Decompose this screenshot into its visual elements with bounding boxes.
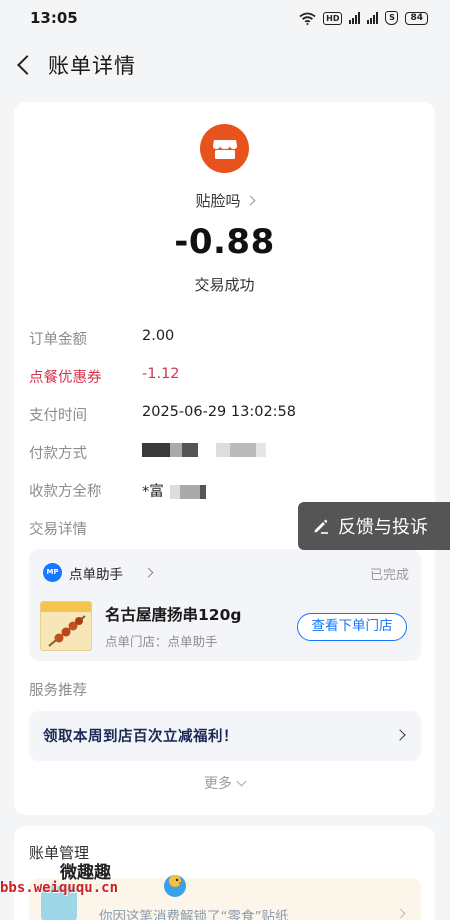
battery-icon: 84 [405,11,428,25]
wifi-icon [299,12,316,25]
feedback-label: 反馈与投诉 [338,517,428,538]
status-icons: HD S 84 [299,11,428,25]
promo-banner[interactable]: 领取本周到店百次立减福利！ [29,711,421,761]
pay-time-value: 2025-06-29 13:02:58 [142,404,296,420]
trade-detail-label: 交易详情 [29,522,87,538]
watermark-url: bbs.weiququ.cn [0,880,119,896]
services-label: 服务推荐 [29,683,87,699]
bill-card: 贴脸吗 -0.88 交易成功 订单金额 2.00 点餐优惠券 -1.12 支付时… [14,102,435,815]
duck-logo-icon [164,875,186,897]
sticker-text: 你因这笔消费解锁了“零食”贴纸 [99,909,289,920]
order-amount-label: 订单金额 [29,332,87,348]
masked-block [256,443,266,457]
payee-label: 收款方全称 [29,484,102,500]
order-status: 已完成 [369,568,409,583]
product-thumbnail [40,601,92,651]
masked-block [170,443,182,457]
edit-icon [314,519,328,534]
masked-block [230,443,256,457]
masked-block [199,485,206,499]
feedback-button[interactable]: 反馈与投诉 [298,502,450,550]
merchant-name-text: 贴脸吗 [195,192,241,210]
merchant-name[interactable]: 贴脸吗 [14,190,435,211]
pay-method-value [142,442,266,458]
product-name: 名古屋唐扬串120g [105,606,242,624]
hd-badge: HD [323,11,343,25]
more-button[interactable]: 更多 [14,773,435,793]
order-box: MP 点单助手 已完成 名古屋唐扬串120g 点单门店：点单助手 查看下单门店 [29,549,421,661]
pay-method-label: 付款方式 [29,446,87,462]
view-store-button[interactable]: 查看下单门店 [297,613,407,641]
store-icon [200,124,249,173]
pay-time-label: 支付时间 [29,408,87,424]
masked-block [216,443,230,457]
coupon-label: 点餐优惠券 [29,370,102,386]
signal-icon [349,12,361,24]
page-header: 账单详情 [0,36,450,94]
order-amount-value: 2.00 [142,328,175,344]
page-title: 账单详情 [48,54,136,78]
status-time: 13:05 [30,9,78,27]
shield-icon: S [385,11,399,25]
mini-program-link[interactable]: 点单助手 [69,563,123,583]
signal-icon [367,12,379,24]
store-label: 点单门店：点单助手 [105,634,218,649]
payee-value: *富 [142,480,206,501]
transaction-status: 交易成功 [194,276,255,294]
chevron-right-icon [394,729,406,741]
masked-block [179,485,200,499]
coupon-value: -1.12 [142,366,180,382]
chevron-right-icon [395,908,406,919]
masked-gap [198,443,216,457]
back-icon[interactable] [14,54,36,76]
masked-block [182,443,198,457]
transaction-amount: -0.88 [174,222,275,262]
status-bar: 13:05 HD S 84 [0,0,450,36]
chevron-down-icon [236,776,247,787]
masked-block [169,485,180,499]
masked-block [142,443,170,457]
more-label: 更多 [204,776,232,792]
chevron-right-icon [245,195,255,206]
chevron-right-icon [143,567,154,578]
promo-text: 领取本周到店百次立减福利！ [43,729,238,745]
mini-program-logo-icon: MP [43,563,62,582]
payee-prefix: *富 [142,484,164,500]
